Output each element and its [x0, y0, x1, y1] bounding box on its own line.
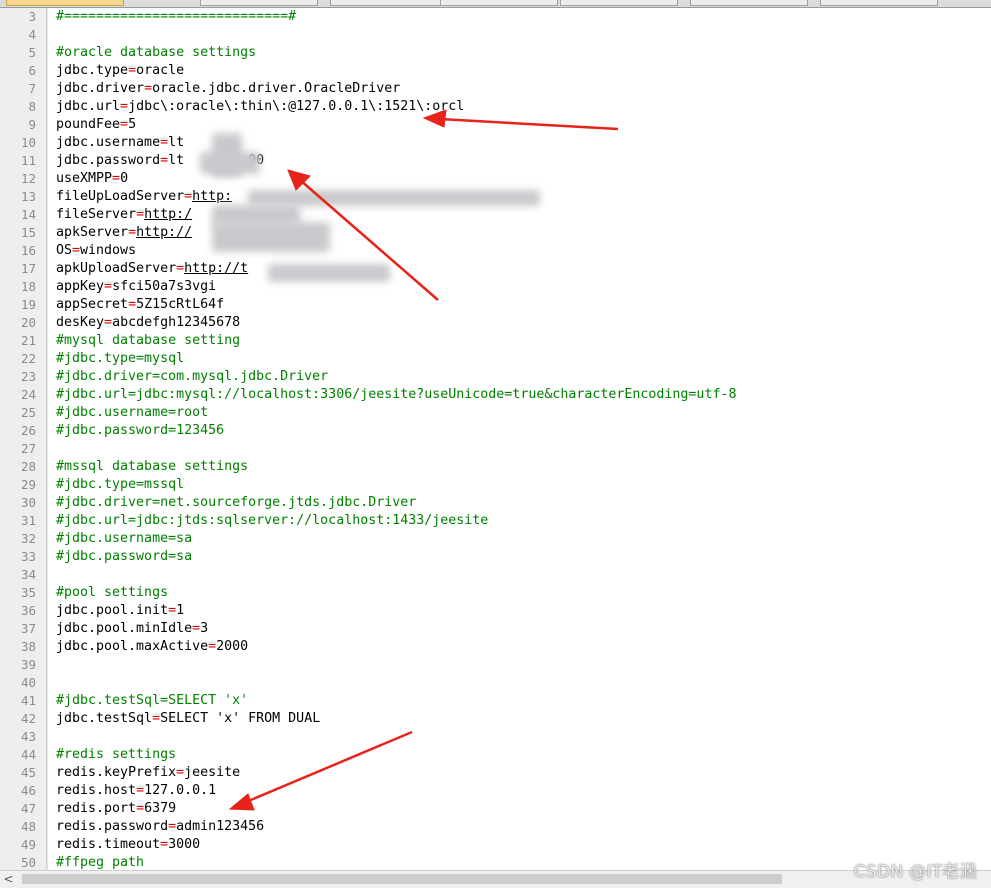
arrow-head: [228, 793, 255, 811]
annotation-arrows: [228, 109, 619, 811]
arrow-head: [422, 109, 447, 128]
horizontal-scrollbar[interactable]: <: [0, 870, 991, 888]
scroll-left-button[interactable]: <: [0, 871, 17, 888]
watermark: CSDN @IT老涵: [853, 862, 977, 882]
scrollbar-thumb[interactable]: [22, 874, 782, 884]
